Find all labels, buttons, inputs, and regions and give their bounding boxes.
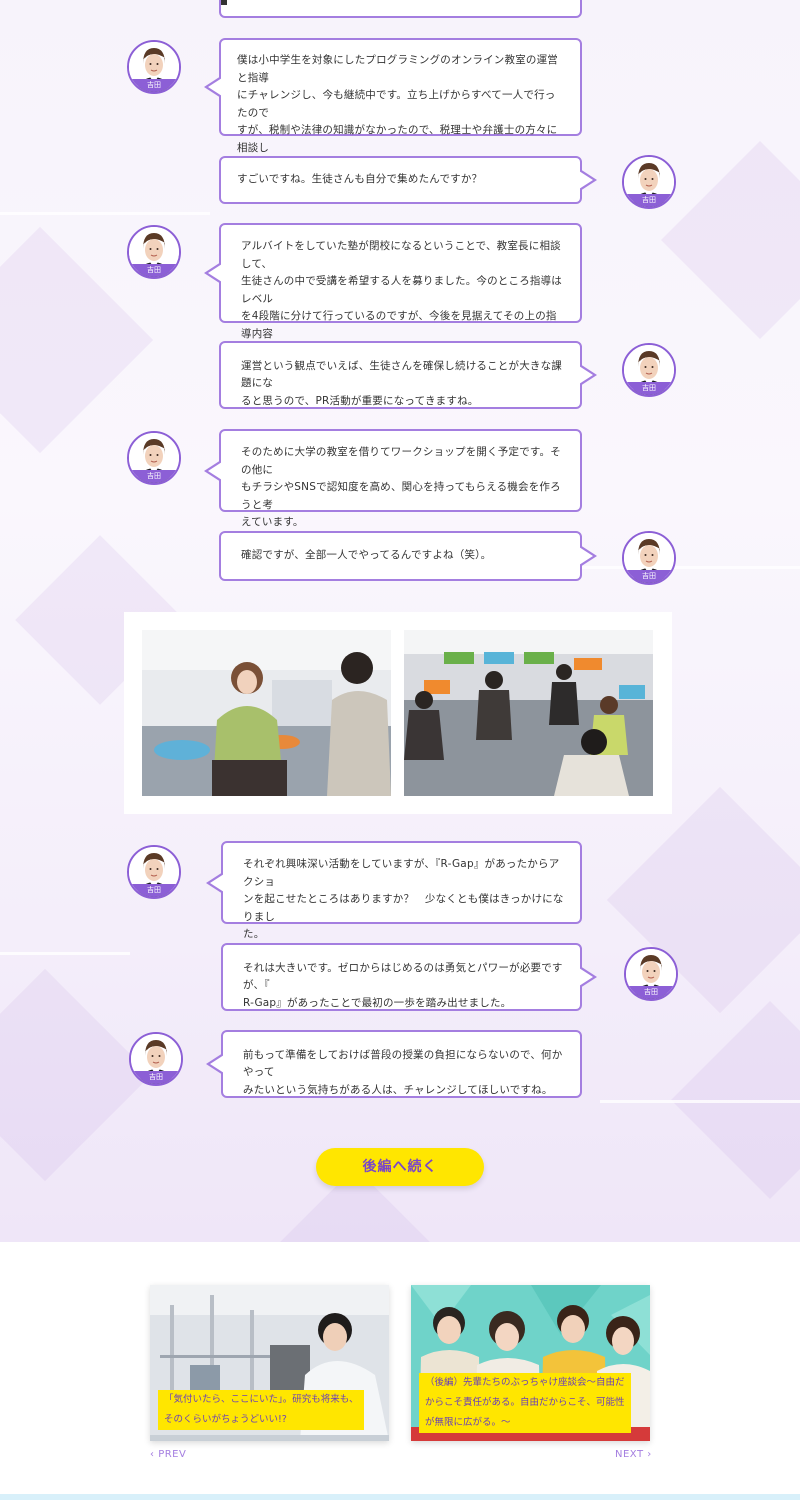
speaker-name: 吉田 [129,884,179,897]
chat-bubble: アルバイトをしていた塾が閉校になるということで、教室長に相談して、 生徒さんの中で… [204,223,582,357]
chat-message-line: た。 [243,928,265,941]
chat-message-line: 前もって準備をしておけば普段の授業の負担にならないので、何かやって [243,1048,563,1079]
photo-discussion [142,630,391,796]
speaker-avatar: 吉田 [624,947,678,1001]
prev-link[interactable]: ‹ PREV [150,1449,186,1460]
speaker-name: 吉田 [626,986,676,999]
speaker-name: 吉田 [129,264,179,277]
chat-message-line: を4段階に分けて行っているのですが、今後を見据えてその上の指導内容 [241,310,557,340]
chat-message-line: すが、税制や法律の知識がなかったので、税理士や弁護士の方々に相談し [237,124,558,154]
speaker-name: 吉田 [129,79,179,92]
chat-message-line: そのために大学の教室を借りてワークショップを開く予定です。その他に [241,446,561,476]
chat-message-line: R-Gap』があったことで最初の一歩を踏み出せました。 [243,996,512,1009]
chat-bubble: 僕は小中学生を対象にしたプログラミングのオンライン教室の運営と指導 にチャレンジし… [204,38,582,171]
chat-bubble: そのために大学の教室を借りてワークショップを開く予定です。その他に もチラシやSN… [204,429,582,528]
photo-gallery [124,612,672,814]
chevron-right-icon: › [647,1449,652,1460]
chat-bubble-partial [219,0,582,18]
speaker-avatar: 吉田 [622,343,676,397]
chat-message-line: すごいですね。生徒さんも自分で集めたんですか？ [237,173,483,186]
speaker-avatar: 吉田 [127,40,181,94]
chat-message-line: それぞれ興味深い活動をしていますが、『R-Gap』があったからアクショ [243,858,560,888]
chat-message-line: もチラシやSNSで認知度を高め、関心を持ってもらえる機会を作ろうと考 [241,481,561,511]
chat-message-line: えています。 [241,516,304,529]
speaker-name: 吉田 [129,470,179,483]
speaker-avatar: 吉田 [127,225,181,279]
speaker-name: 吉田 [624,194,674,207]
chat-message-line: 確認ですが、全部一人でやってるんですよね（笑）。 [241,549,492,562]
prev-article-caption: 「気付いたら、ここにいた」。研究も将来も、 そのくらいがちょうどいい!? [158,1390,365,1430]
speaker-avatar: 吉田 [127,845,181,899]
prev-article-card[interactable]: 「気付いたら、ここにいた」。研究も将来も、 そのくらいがちょうどいい!? [150,1285,389,1441]
chat-message-line: 生徒さんの中で受講を希望する人を募りました。今のところ指導はレベル [241,275,562,305]
chat-message-line: ンを起こせたところはありますか？ 少なくとも僕はきっかけになりまし [243,893,564,923]
chat-bubble: 確認ですが、全部一人でやってるんですよね（笑）。 [219,531,597,581]
chat-message-line: みたいという気持ちがある人は、チャレンジしてほしいですね。 [243,1083,553,1096]
speaker-name: 吉田 [624,570,674,583]
continue-to-part2-button[interactable]: 後編へ続く [316,1148,484,1186]
next-link[interactable]: NEXT › [615,1449,652,1460]
chat-message-line: にチャレンジし、今も継続中です。立ち上げからすべて一人で行ったので [237,89,556,119]
chat-bubble: すごいですね。生徒さんも自分で集めたんですか？ [219,156,597,204]
chat-message-line: アルバイトをしていた塾が閉校になるということで、教室長に相談して、 [241,240,561,270]
speaker-avatar: 吉田 [129,1032,183,1086]
chat-bubble: 前もって準備をしておけば普段の授業の負担にならないので、何かやってみたいという気… [206,1030,582,1098]
next-article-caption: （後編）先輩たちのぶっちゃけ座談会〜自由だ からこそ責任がある。自由だからこそ、… [419,1373,631,1433]
speaker-avatar: 吉田 [622,531,676,585]
speaker-name: 吉田 [624,382,674,395]
chat-message-line: ると思うので、PR活動が重要になってきますね。 [241,394,479,407]
speaker-avatar: 吉田 [127,431,181,485]
footer-band [0,1494,800,1500]
photo-group-session [404,630,653,796]
speaker-name: 吉田 [131,1071,181,1084]
chevron-left-icon: ‹ [150,1449,155,1460]
chat-message-line: 運営という観点でいえば、生徒さんを確保し続けることが大きな課題にな [241,359,562,390]
next-article-card[interactable]: （後編）先輩たちのぶっちゃけ座談会〜自由だ からこそ責任がある。自由だからこそ、… [411,1285,650,1441]
chat-message-line: 僕は小中学生を対象にしたプログラミングのオンライン教室の運営と指導 [237,54,558,84]
chat-bubble: 運営という観点でいえば、生徒さんを確保し続けることが大きな課題になると思うので、… [219,341,597,409]
chat-bubble: それぞれ興味深い活動をしていますが、『R-Gap』があったからアクショ ンを起こせ… [206,841,582,940]
chat-message-line: それは大きいです。ゼロからはじめるのは勇気とパワーが必要ですが、『 [243,961,563,992]
chat-bubble: それは大きいです。ゼロからはじめるのは勇気とパワーが必要ですが、『 R-Gap』が… [221,943,597,1011]
speaker-avatar: 吉田 [622,155,676,209]
